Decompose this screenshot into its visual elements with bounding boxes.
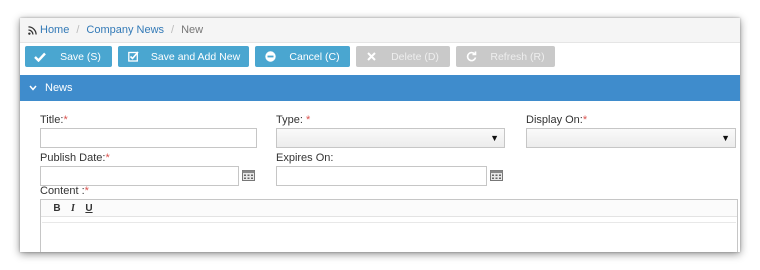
title-input[interactable]: [40, 128, 257, 148]
breadcrumb-current: New: [181, 24, 204, 36]
close-icon: [362, 52, 380, 61]
type-select[interactable]: ▼: [276, 128, 505, 148]
refresh-icon: [462, 51, 480, 62]
refresh-button[interactable]: Refresh (R): [456, 46, 555, 67]
display-on-label: Display On:*: [526, 114, 588, 126]
content-textarea[interactable]: [42, 222, 736, 252]
underline-button[interactable]: U: [81, 203, 97, 214]
expires-on-input[interactable]: [276, 166, 487, 186]
save-and-add-new-button[interactable]: Save and Add New: [118, 46, 249, 67]
publish-date-label: Publish Date:*: [40, 152, 110, 164]
check-icon: [31, 52, 49, 62]
expires-on-label: Expires On:: [276, 152, 334, 164]
editor-toolbar: B I U: [41, 200, 737, 217]
news-section-header[interactable]: News: [20, 75, 740, 101]
breadcrumb-home-link[interactable]: Home: [40, 24, 69, 36]
required-mark: *: [305, 114, 311, 126]
save-button[interactable]: Save (S): [25, 46, 112, 67]
calendar-icon[interactable]: [242, 170, 255, 181]
toolbar: Save (S) Save and Add New Cancel (C) Del…: [20, 46, 740, 68]
breadcrumb-company-news-link[interactable]: Company News: [86, 24, 164, 36]
content-label: Content :*: [40, 185, 89, 197]
calendar-icon[interactable]: [490, 170, 503, 181]
delete-button[interactable]: Delete (D): [356, 46, 450, 67]
bold-button[interactable]: B: [49, 203, 65, 214]
checkbox-icon: [124, 51, 142, 62]
rss-icon: [28, 25, 37, 35]
required-mark: *: [63, 114, 68, 126]
display-on-select[interactable]: ▼: [526, 128, 736, 148]
minus-circle-icon: [261, 51, 279, 62]
breadcrumb: Home / Company News / New: [20, 18, 740, 43]
dropdown-arrow-icon: ▼: [490, 133, 499, 143]
title-label: Title:*: [40, 114, 68, 126]
italic-button[interactable]: I: [65, 203, 81, 214]
required-mark: *: [582, 114, 588, 126]
cancel-button[interactable]: Cancel (C): [255, 46, 350, 67]
content-editor: B I U: [40, 199, 738, 252]
type-label: Type: *: [276, 114, 311, 126]
required-mark: *: [105, 152, 110, 164]
breadcrumb-separator: /: [76, 24, 80, 36]
app-window: Home / Company News / New Save (S) Save …: [20, 18, 740, 252]
chevron-down-icon: [29, 83, 37, 93]
publish-date-input[interactable]: [40, 166, 239, 186]
section-title: News: [45, 82, 73, 94]
dropdown-arrow-icon: ▼: [721, 133, 730, 143]
breadcrumb-separator: /: [171, 24, 175, 36]
required-mark: *: [84, 185, 89, 197]
